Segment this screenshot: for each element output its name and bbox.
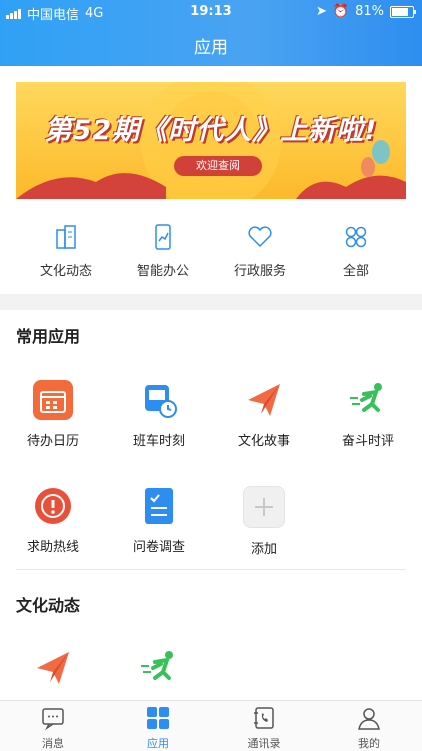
app-story[interactable]: 文化故事: [214, 380, 314, 449]
apps-icon: [147, 707, 169, 729]
quick-label: 文化动态: [39, 264, 92, 279]
quick-label: 全部: [342, 264, 369, 279]
checklist-icon: [139, 486, 179, 526]
heart-icon: [248, 226, 272, 248]
runner-icon: [348, 380, 388, 420]
app-label: 添加: [250, 542, 277, 557]
location-icon: ➤: [316, 4, 327, 19]
paper-plane-icon: [244, 380, 284, 420]
banner-button[interactable]: 欢迎查阅: [174, 156, 262, 176]
phone-chart-icon: [155, 224, 171, 250]
app-label: 奋斗时评: [341, 434, 394, 449]
app-calendar[interactable]: 待办日历: [3, 380, 103, 449]
app-label: 求助热线: [26, 540, 79, 555]
quick-label: 智能办公: [136, 264, 189, 279]
quick-office[interactable]: 智能办公: [113, 224, 213, 279]
tab-apps[interactable]: 应用: [108, 706, 208, 751]
alert-icon: [33, 486, 73, 526]
battery-percent: 81%: [355, 4, 384, 19]
contacts-icon: [254, 707, 274, 729]
app-label: 问卷调查: [132, 540, 185, 555]
quick-admin[interactable]: 行政服务: [210, 224, 310, 279]
app-review[interactable]: 奋斗时评: [318, 380, 418, 449]
tab-messages[interactable]: 消息: [3, 706, 103, 751]
divider: [16, 569, 406, 570]
app-label: 班车时刻: [132, 434, 185, 449]
tab-label: 通讯录: [247, 737, 281, 750]
tab-label: 我的: [358, 737, 380, 750]
quick-label: 行政服务: [233, 264, 286, 279]
profile-icon: [358, 708, 380, 730]
paper-plane-icon: [33, 648, 73, 688]
app-label: 文化故事: [237, 434, 290, 449]
app-survey[interactable]: 问卷调查: [109, 486, 209, 555]
calendar-icon: [33, 380, 73, 420]
section-title-common: 常用应用: [16, 327, 81, 346]
app-add[interactable]: 添加: [214, 486, 314, 557]
status-bar: 中国电信 4G 19:13 ➤ ⏰ 81%: [0, 0, 422, 23]
culture-app-review[interactable]: [109, 648, 209, 698]
bus-icon: [139, 380, 179, 420]
section-title-culture: 文化动态: [16, 596, 81, 615]
quick-culture[interactable]: 文化动态: [16, 224, 116, 279]
tab-label: 应用: [147, 737, 169, 750]
battery-icon: [390, 5, 416, 18]
tab-contacts[interactable]: 通讯录: [214, 706, 314, 751]
tab-profile[interactable]: 我的: [319, 706, 419, 751]
tab-bar: 消息 应用 通讯录 我的: [0, 700, 422, 751]
banner-headline: 第52期《时代人》上新啦!: [44, 115, 378, 146]
app-label: 待办日历: [26, 434, 79, 449]
culture-app-story[interactable]: [3, 648, 103, 698]
building-icon: [56, 225, 76, 249]
quick-all[interactable]: 全部: [306, 224, 406, 279]
runner-icon: [139, 648, 179, 688]
alarm-icon: ⏰: [332, 4, 350, 19]
grid-icon: [345, 226, 367, 248]
tab-label: 消息: [42, 737, 64, 750]
header: 中国电信 4G 19:13 ➤ ⏰ 81% 应用: [0, 0, 422, 66]
message-icon: [42, 708, 64, 731]
app-hotline[interactable]: 求助热线: [3, 486, 103, 555]
banner[interactable]: 第52期《时代人》上新啦! 欢迎查阅: [16, 82, 406, 199]
app-bus[interactable]: 班车时刻: [109, 380, 209, 449]
page-title: 应用: [194, 38, 228, 58]
plus-icon: [243, 486, 285, 528]
